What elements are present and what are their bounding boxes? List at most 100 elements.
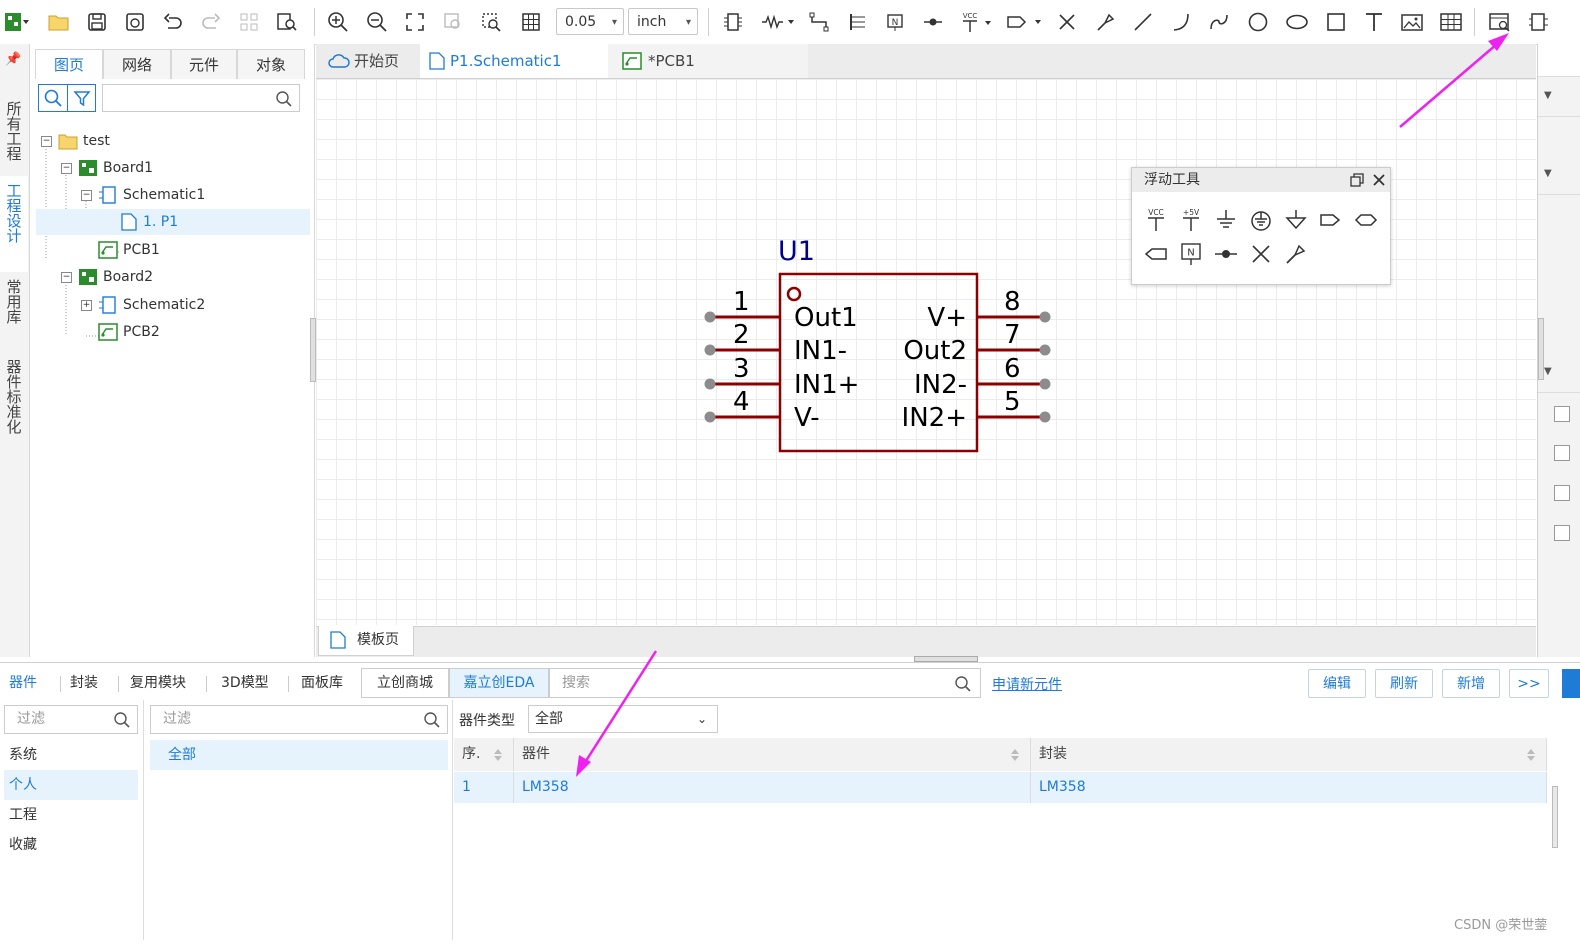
rectangle-icon[interactable] [1321, 7, 1351, 37]
plus-5v-icon[interactable]: +5V [1177, 206, 1205, 234]
tree-item-pcb[interactable]: PCB2 [30, 319, 310, 345]
tab-jlc-eda[interactable]: 嘉立创EDA [449, 668, 549, 698]
ellipse-icon[interactable] [1282, 7, 1312, 37]
tab-pcb[interactable]: *PCB1 [608, 44, 808, 78]
zoom-area-icon[interactable] [476, 7, 506, 37]
text-icon[interactable] [1359, 7, 1389, 37]
line-icon[interactable] [1128, 7, 1158, 37]
checkbox[interactable] [1554, 445, 1570, 461]
pin-endpoint[interactable] [1039, 411, 1051, 423]
expand-icon[interactable]: + [81, 300, 92, 311]
no-connect-icon[interactable] [1247, 240, 1275, 268]
floating-tools-icon[interactable] [1485, 7, 1515, 37]
design-check-icon[interactable] [1524, 7, 1554, 37]
pin-endpoint[interactable] [704, 378, 716, 390]
tree-item-project[interactable]: − test [30, 128, 310, 154]
collapse-section-icon[interactable]: ▼ [1544, 168, 1552, 179]
pin-endpoint[interactable] [1039, 378, 1051, 390]
collapse-icon[interactable]: − [61, 163, 72, 174]
checkbox[interactable] [1554, 485, 1570, 501]
vcc-icon[interactable]: VCC [1142, 206, 1170, 234]
restore-icon[interactable] [1350, 173, 1364, 187]
collapse-icon[interactable]: − [81, 190, 92, 201]
protective-ground-icon[interactable] [1247, 206, 1275, 234]
place-wire-icon[interactable] [804, 7, 834, 37]
pin-endpoint[interactable] [1039, 344, 1051, 356]
refresh-button[interactable]: 刷新 [1375, 669, 1433, 698]
grid-icon[interactable] [516, 7, 546, 37]
table-cell-index[interactable]: 1 [454, 772, 514, 803]
component-u1[interactable]: U1 1 2 3 4 8 7 6 5 Out1 IN1- IN1+ V- V+ … [690, 230, 1070, 460]
table-icon[interactable] [1436, 7, 1466, 37]
tab-template-page[interactable]: 模板页 [318, 626, 414, 656]
library-search-input[interactable]: 搜索 [549, 668, 981, 698]
add-button[interactable]: 新增 [1442, 669, 1500, 698]
signal-ground-icon[interactable] [1282, 206, 1310, 234]
filter-icon[interactable] [68, 85, 96, 111]
zoom-out-icon[interactable] [362, 7, 392, 37]
category-personal[interactable]: 个人 [4, 770, 138, 800]
table-cell-device[interactable]: LM358 [514, 772, 1031, 803]
checkbox[interactable] [1554, 406, 1570, 422]
table-cell-footprint[interactable]: LM358 [1031, 772, 1547, 803]
output-port-icon[interactable] [1317, 206, 1345, 234]
fit-view-icon[interactable] [400, 7, 430, 37]
tab-start-page[interactable]: 开始页 [316, 44, 420, 78]
circle-icon[interactable] [1243, 7, 1273, 37]
tab-panel-library[interactable]: 面板库 [301, 662, 343, 704]
edit-button[interactable]: 编辑 [1308, 669, 1366, 698]
sort-icon[interactable] [493, 747, 503, 763]
tab-reuse-blocks[interactable]: 复用模块 [130, 662, 186, 704]
subcategory-filter-input[interactable]: 过滤 [150, 705, 448, 734]
column-header-index[interactable]: 序. [454, 738, 514, 771]
tab-objects[interactable]: 对象 [237, 49, 305, 79]
collapse-section-icon[interactable]: ▼ [1544, 90, 1552, 101]
sort-icon[interactable] [1010, 747, 1020, 763]
tab-schematic-page[interactable]: P1.Schematic1 [420, 44, 608, 78]
pin-icon[interactable]: 📌 [5, 52, 21, 67]
vtab-project-design[interactable]: 工程设计 [0, 176, 28, 272]
tree-item-schematic[interactable]: + Schematic2 [30, 292, 310, 318]
ground-icon[interactable] [1212, 206, 1240, 234]
no-connect-icon[interactable] [1052, 7, 1082, 37]
category-project[interactable]: 工程 [4, 800, 138, 830]
zoom-in-icon[interactable] [323, 7, 353, 37]
category-filter-input[interactable]: 过滤 [4, 705, 138, 734]
place-resistor-icon[interactable] [758, 7, 798, 37]
unit-select[interactable]: inch ▾ [628, 8, 698, 35]
search-icon[interactable] [39, 85, 67, 111]
checkbox[interactable] [1554, 525, 1570, 541]
net-port-icon[interactable] [1004, 7, 1048, 37]
tree-search-input[interactable] [102, 84, 300, 112]
subcategory-all[interactable]: 全部 [150, 740, 448, 770]
input-port-icon[interactable] [1142, 240, 1170, 268]
pin-endpoint[interactable] [704, 311, 716, 323]
pin-endpoint[interactable] [704, 344, 716, 356]
floating-tools-header[interactable]: 浮动工具 [1132, 168, 1390, 192]
net-label-icon[interactable]: N [880, 7, 910, 37]
tree-item-page[interactable]: 1. P1 [36, 209, 310, 235]
save-icon[interactable] [82, 7, 112, 37]
column-header-device[interactable]: 器件 [514, 738, 1031, 771]
tab-pages[interactable]: 图页 [35, 49, 103, 79]
open-folder-icon[interactable] [44, 7, 74, 37]
undo-icon[interactable] [158, 7, 188, 37]
probe-icon[interactable] [1090, 7, 1120, 37]
tree-item-pcb[interactable]: PCB1 [30, 237, 310, 263]
tab-components[interactable]: 元件 [171, 49, 237, 79]
collapse-icon[interactable]: − [41, 136, 52, 147]
collapse-section-icon[interactable]: ▼ [1544, 366, 1552, 377]
image-icon[interactable] [1397, 7, 1427, 37]
vtab-device-standardization[interactable]: 器件标准化 [0, 360, 28, 450]
collapse-icon[interactable]: − [61, 272, 72, 283]
tab-3d-models[interactable]: 3D模型 [221, 662, 269, 704]
find-icon[interactable] [272, 7, 302, 37]
tab-devices[interactable]: 器件 [9, 662, 37, 704]
group-icon[interactable] [234, 7, 264, 37]
probe-icon[interactable] [1282, 240, 1310, 268]
tree-item-board[interactable]: − Board1 [30, 155, 310, 181]
pin-endpoint[interactable] [1039, 311, 1051, 323]
junction-icon[interactable] [1212, 240, 1240, 268]
tab-lcsc-mall[interactable]: 立创商城 [361, 668, 449, 698]
bezier-icon[interactable] [1204, 7, 1234, 37]
